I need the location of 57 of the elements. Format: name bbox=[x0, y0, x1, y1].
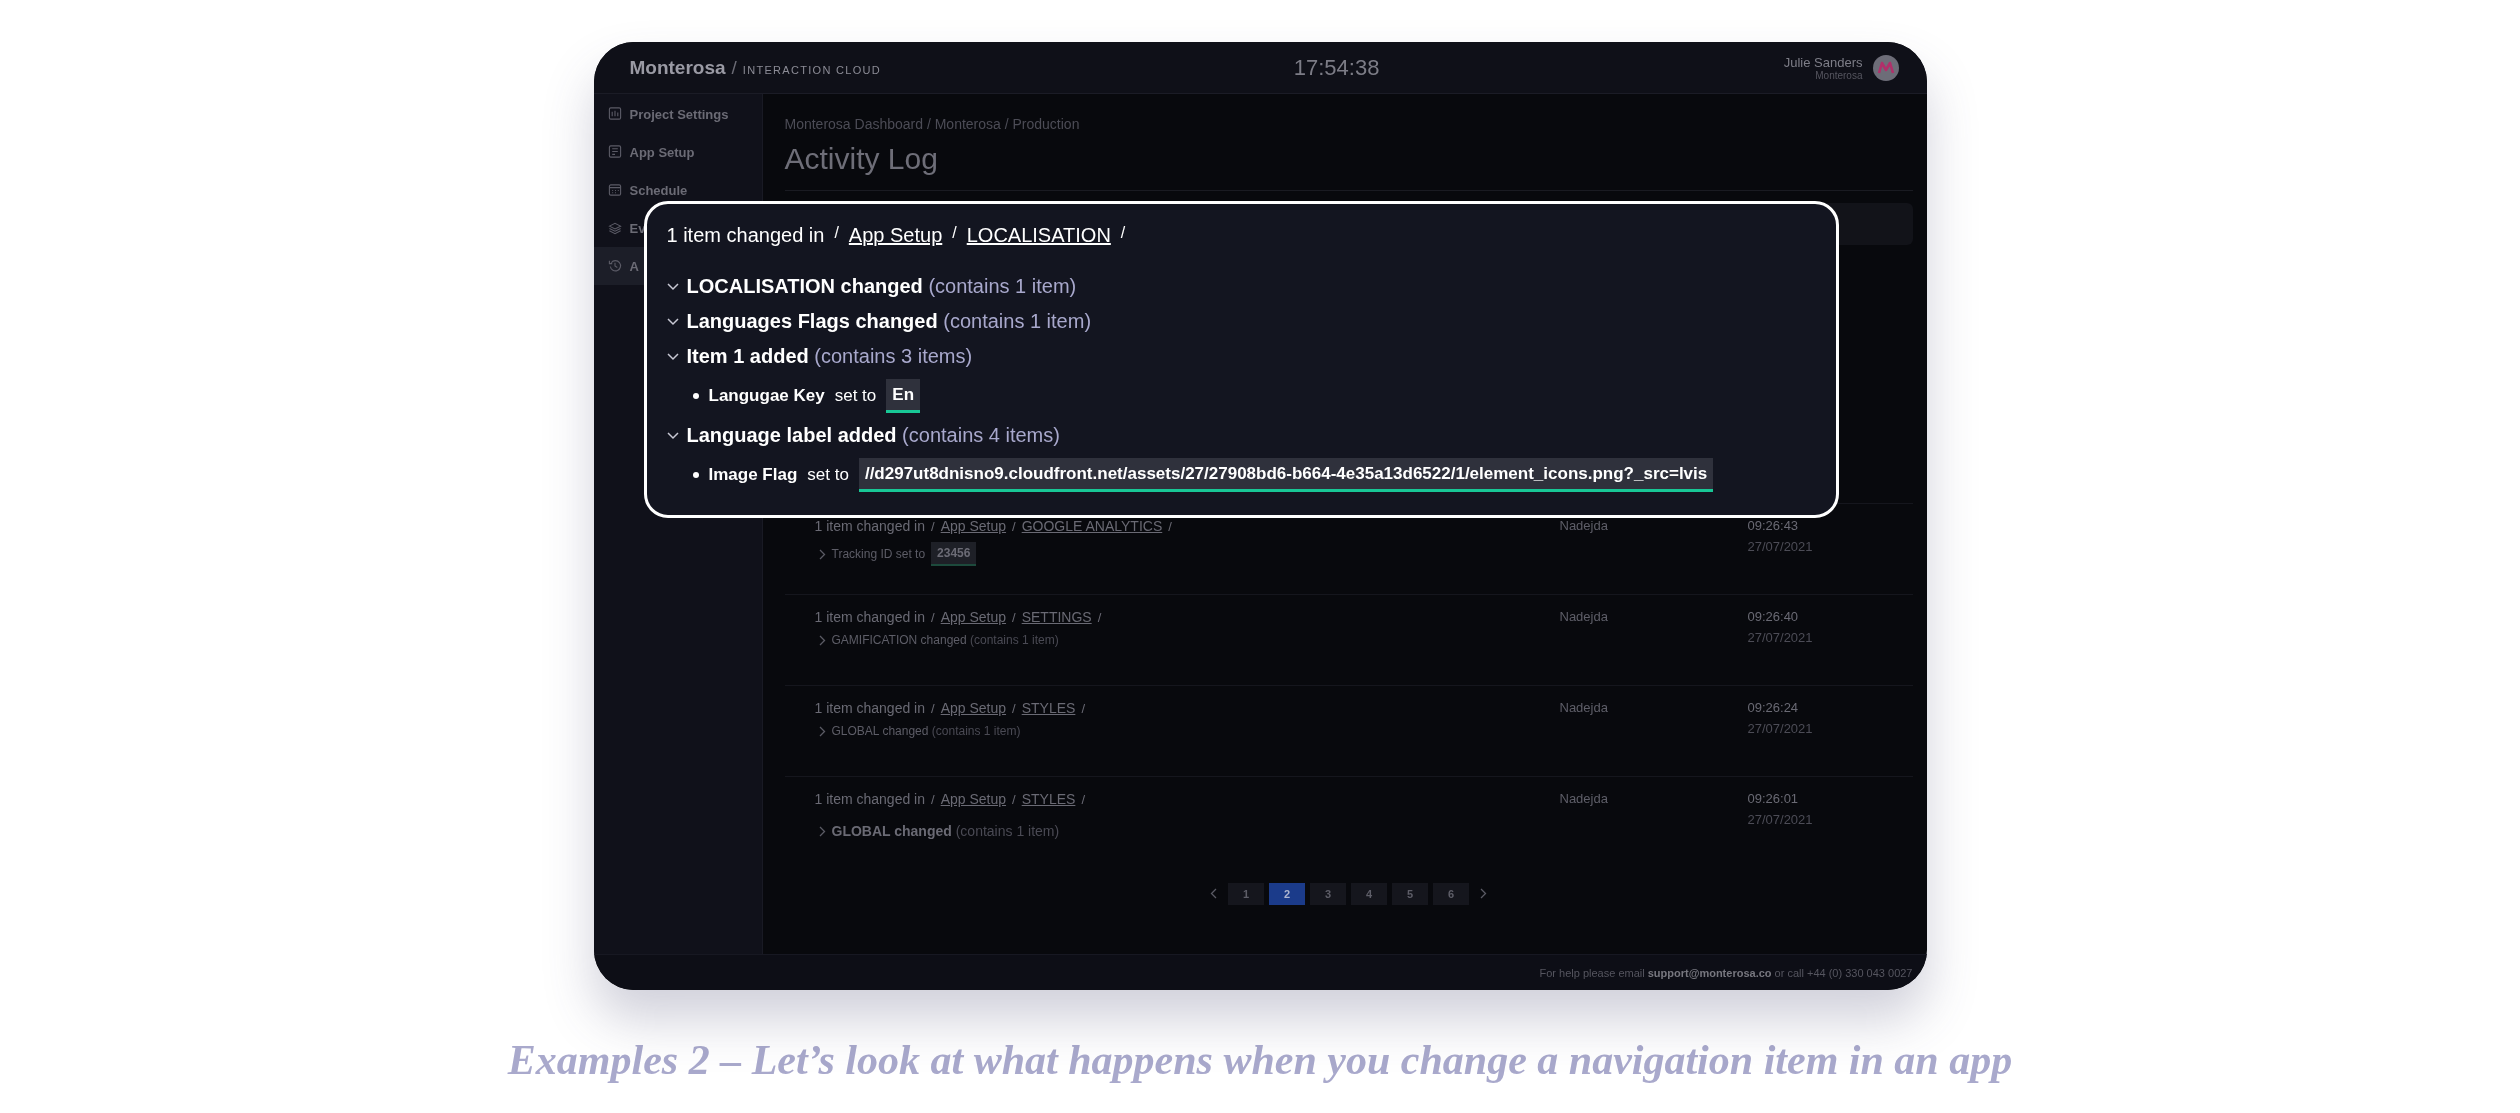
path-separator: / bbox=[931, 791, 935, 807]
change-time: 09:26:40 bbox=[1747, 609, 1800, 624]
product-name: INTERACTION CLOUD bbox=[742, 63, 882, 76]
user-name: Nadejda bbox=[1559, 609, 1609, 626]
detail-text: Tracking ID set to bbox=[831, 547, 926, 561]
change-date: 27/07/2021 bbox=[1747, 630, 1814, 645]
path-separator: / bbox=[931, 700, 935, 716]
path-separator: / bbox=[1012, 791, 1016, 807]
change-date: 27/07/2021 bbox=[1747, 539, 1814, 554]
change-time: 09:26:43 bbox=[1747, 518, 1800, 533]
group-heading: Item 1 added (contains 3 items) bbox=[686, 345, 973, 368]
change-summary: 1 item changed in bbox=[814, 791, 926, 807]
set-to-text: set to bbox=[834, 386, 877, 406]
change-date: 27/07/2021 bbox=[1747, 721, 1814, 736]
path-separator: / bbox=[931, 609, 935, 625]
group-heading: Languages Flags changed (contains 1 item) bbox=[686, 310, 1092, 333]
change-summary: 1 item changed in bbox=[814, 700, 926, 716]
user-name: Julie Sanders bbox=[1783, 54, 1863, 70]
caption: Examples 2 – Let’s look at what happens when you change a navigation item in an app bbox=[506, 1036, 2014, 1084]
path-separator: / bbox=[1012, 609, 1016, 625]
value-chip: 23456 bbox=[931, 542, 977, 566]
detail-text: GLOBAL changed (contains 1 item) bbox=[831, 724, 1021, 738]
change-time: 09:26:24 bbox=[1747, 700, 1800, 715]
group-heading: Language label added (contains 4 items) bbox=[686, 424, 1060, 447]
clock: 17:54:38 bbox=[1292, 54, 1381, 81]
value-chip: //d297ut8dnisno9.cloudfront.net/assets/27/27908bd6-b664-4e35a13d6522/1/element_icons.png?_src=lvis bbox=[858, 458, 1714, 492]
group-heading: LOCALISATION changed (contains 1 item) bbox=[686, 275, 1077, 298]
path-separator: / bbox=[1012, 518, 1016, 534]
setting-label: Langugae Key bbox=[708, 386, 825, 406]
value-chip: En bbox=[886, 379, 921, 413]
brand-separator: / bbox=[731, 56, 737, 79]
change-date: 27/07/2021 bbox=[1747, 812, 1814, 827]
path-separator: / bbox=[1012, 700, 1016, 716]
path-separator: / bbox=[1120, 223, 1126, 242]
path-separator: / bbox=[1097, 609, 1102, 625]
user-name: Nadejda bbox=[1559, 791, 1609, 808]
setting-label: Image Flag bbox=[708, 465, 798, 485]
path-separator: / bbox=[1168, 518, 1172, 534]
set-to-text: set to bbox=[807, 465, 849, 485]
user-name: Nadejda bbox=[1559, 700, 1609, 717]
brand-logo: Monterosa bbox=[629, 56, 726, 79]
path-separator: / bbox=[834, 223, 839, 242]
page-title: Activity Log bbox=[784, 142, 1913, 191]
path-separator: / bbox=[1081, 791, 1085, 807]
change-summary: 1 item changed in bbox=[814, 518, 926, 534]
path-separator: / bbox=[931, 518, 935, 534]
detail-text: GLOBAL changed (contains 1 item) bbox=[831, 823, 1060, 839]
path-separator: / bbox=[1081, 700, 1085, 716]
change-time: 09:26:01 bbox=[1747, 791, 1800, 806]
change-summary: 1 item changed in bbox=[666, 224, 825, 247]
change-summary: 1 item changed in bbox=[814, 609, 926, 625]
breadcrumb: Monterosa Dashboard / Monterosa / Production bbox=[784, 116, 1081, 132]
help-text: For help please email support@monterosa.co or call +44 (0) 330 043 0027 bbox=[1539, 966, 1914, 979]
user-organization: Monterosa bbox=[1815, 69, 1863, 81]
detail-text: GAMIFICATION changed (contains 1 item) bbox=[831, 633, 1059, 647]
user-name: Nadejda bbox=[1559, 518, 1609, 535]
path-separator: / bbox=[952, 223, 957, 242]
